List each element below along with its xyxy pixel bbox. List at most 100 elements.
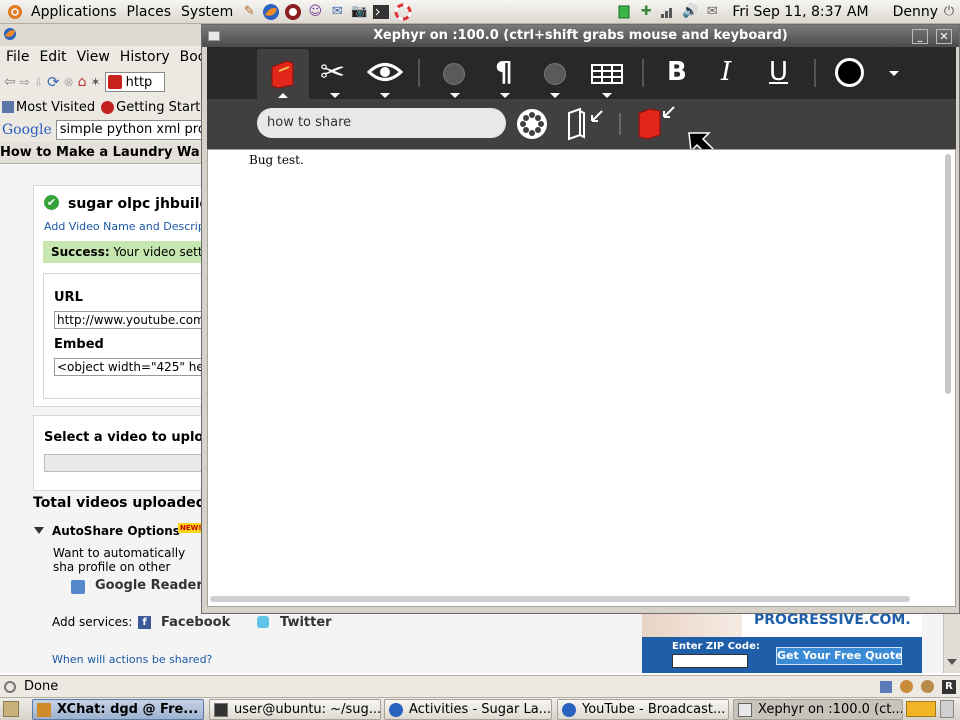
more-tools-arrow-icon[interactable] xyxy=(889,71,899,76)
bold-button[interactable]: B xyxy=(667,57,687,87)
power-icon[interactable]: ⏻ xyxy=(940,3,958,21)
when-shared-link[interactable]: When will actions be shared? xyxy=(52,653,212,666)
horizontal-scroll-thumb[interactable] xyxy=(210,596,910,602)
gimp-launcher-icon[interactable]: ✎ xyxy=(240,3,258,21)
google-logo[interactable]: Google xyxy=(2,122,52,138)
url-field[interactable]: http://www.youtube.com/ xyxy=(54,311,214,329)
clock[interactable]: Fri Sep 11, 8:37 AM xyxy=(727,0,873,24)
addon-icon-r[interactable]: R xyxy=(942,679,956,694)
ubuntu-logo-icon[interactable] xyxy=(6,3,24,21)
signal-icon[interactable] xyxy=(659,3,677,21)
firefox-launcher-icon[interactable] xyxy=(262,3,280,21)
xchat-launcher-icon[interactable] xyxy=(284,3,302,21)
ad-zip-input[interactable] xyxy=(672,654,748,668)
pidgin-launcher-icon[interactable]: ☺ xyxy=(306,3,324,21)
scroll-down-arrow-icon[interactable] xyxy=(947,659,957,665)
menu-view[interactable]: View xyxy=(77,49,110,65)
activity-icon xyxy=(271,60,294,89)
places-menu[interactable]: Places xyxy=(122,0,177,24)
menu-file[interactable]: File xyxy=(6,49,29,65)
view-tab[interactable] xyxy=(361,49,409,99)
table-tab[interactable] xyxy=(585,49,629,99)
menu-edit[interactable]: Edit xyxy=(39,49,66,65)
edit-tab[interactable]: ✂ xyxy=(311,49,359,99)
battery-icon[interactable] xyxy=(615,3,633,21)
sugar-sub-toolbar: how to share xyxy=(207,99,956,161)
show-desktop-icon[interactable] xyxy=(3,701,19,717)
bookmark-most-visited-label: Most Visited xyxy=(16,99,96,115)
ad-quote-button[interactable]: Get Your Free Quote xyxy=(776,647,903,665)
minimize-button[interactable]: _ xyxy=(912,29,928,44)
stop-activity-icon[interactable] xyxy=(636,105,676,141)
back-arrow-icon[interactable]: ⇦ xyxy=(4,74,16,90)
terminal-launcher-icon[interactable] xyxy=(372,3,390,21)
workspace-switcher[interactable] xyxy=(906,701,936,717)
taskbar-terminal[interactable]: user@ubuntu: ~/sug... xyxy=(209,699,381,720)
google-search-input[interactable]: simple python xml prog xyxy=(55,120,216,140)
reload-icon[interactable]: ⟳ xyxy=(47,73,60,91)
addon-icon-3[interactable] xyxy=(921,680,934,693)
vertical-scrollbar[interactable] xyxy=(942,152,954,592)
bookmark-most-visited[interactable]: Most Visited xyxy=(2,100,95,115)
share-input[interactable]: how to share xyxy=(257,108,506,138)
forward-arrow-icon[interactable]: ⇨ xyxy=(20,75,30,89)
share-neighborhood-icon[interactable] xyxy=(516,108,548,140)
menu-history[interactable]: History xyxy=(120,49,170,65)
mail-launcher-icon[interactable]: ✉ xyxy=(328,3,346,21)
camera-launcher-icon[interactable]: 📷 xyxy=(350,3,368,21)
vertical-scroll-thumb[interactable] xyxy=(945,154,951,394)
text-color-button[interactable] xyxy=(835,58,864,87)
network-icon[interactable]: ✚ xyxy=(637,3,655,21)
google-reader-link[interactable]: Google Reader xyxy=(95,578,203,593)
success-text: Your video setti xyxy=(109,245,206,259)
down-arrow-icon[interactable]: ⇩ xyxy=(34,76,43,89)
progressive-ad[interactable]: PROGRESSIVE.COM. Enter ZIP Code: Get You… xyxy=(642,609,922,673)
firefox-statusbar: Done R xyxy=(0,675,960,697)
document-canvas[interactable]: Bug test. xyxy=(207,149,956,607)
xephyr-title: Xephyr on :100.0 (ctrl+shift grabs mouse… xyxy=(373,28,788,43)
stop-icon[interactable]: ⊗ xyxy=(64,75,74,89)
help-launcher-icon[interactable] xyxy=(394,3,412,21)
italic-button[interactable]: I xyxy=(721,57,731,87)
xephyr-titlebar[interactable]: Xephyr on :100.0 (ctrl+shift grabs mouse… xyxy=(202,25,959,47)
underline-button[interactable]: U xyxy=(769,57,788,87)
toolbar-separator xyxy=(418,59,420,87)
text-circle-icon xyxy=(443,63,465,85)
addon-icon-2[interactable] xyxy=(900,680,913,693)
bookmark-getting-started[interactable]: Getting Started xyxy=(101,100,217,115)
keep-to-journal-icon[interactable] xyxy=(566,107,604,141)
text-tab[interactable] xyxy=(433,49,477,99)
trash-icon[interactable] xyxy=(940,700,954,718)
taskbar-xchat[interactable]: XChat: dgd @ Fre... xyxy=(32,699,204,720)
activity-tab[interactable] xyxy=(257,49,309,99)
taskbar-xephyr[interactable]: Xephyr on :100.0 (ct... xyxy=(733,699,903,720)
user-menu[interactable]: Denny xyxy=(888,0,938,24)
twitter-link[interactable]: Twitter xyxy=(280,615,332,630)
document-text[interactable]: Bug test. xyxy=(249,153,304,167)
taskbar-firefox-youtube[interactable]: YouTube - Broadcast... xyxy=(557,699,729,720)
facebook-link[interactable]: Facebook xyxy=(161,615,230,630)
applications-menu[interactable]: Applications xyxy=(26,0,122,24)
expand-triangle-icon[interactable] xyxy=(34,527,44,534)
system-menu[interactable]: System xyxy=(176,0,238,24)
paragraph-tab[interactable]: ¶ xyxy=(483,49,527,99)
autoshare-heading[interactable]: AutoShare Options xyxy=(52,524,180,538)
mail-notify-icon[interactable]: ✉ xyxy=(703,3,721,21)
terminal-icon xyxy=(214,702,228,717)
view-tab-arrow-icon xyxy=(380,93,390,98)
volume-icon[interactable]: 🔊 xyxy=(681,3,699,21)
home-icon[interactable]: ⌂ xyxy=(78,74,87,90)
list-tab[interactable] xyxy=(533,49,577,99)
taskbar-firefox-sugar-label: Activities - Sugar La... xyxy=(409,702,552,717)
close-button[interactable]: ✕ xyxy=(936,29,952,44)
autoshare-description: Want to automatically sha profile on oth… xyxy=(53,546,186,574)
add-video-name-link[interactable]: Add Video Name and Descrip xyxy=(44,220,205,233)
embed-field[interactable]: <object width="425" hei xyxy=(54,358,214,376)
checkmark-icon: ✔ xyxy=(44,195,59,210)
taskbar-firefox-sugar[interactable]: Activities - Sugar La... xyxy=(384,699,552,720)
addon-icon-1[interactable] xyxy=(880,680,892,693)
taskbar-firefox-youtube-label: YouTube - Broadcast... xyxy=(582,702,726,717)
rss-icon[interactable]: ✶ xyxy=(91,75,101,89)
horizontal-scrollbar[interactable] xyxy=(210,594,910,604)
url-bar[interactable]: http xyxy=(104,72,165,92)
